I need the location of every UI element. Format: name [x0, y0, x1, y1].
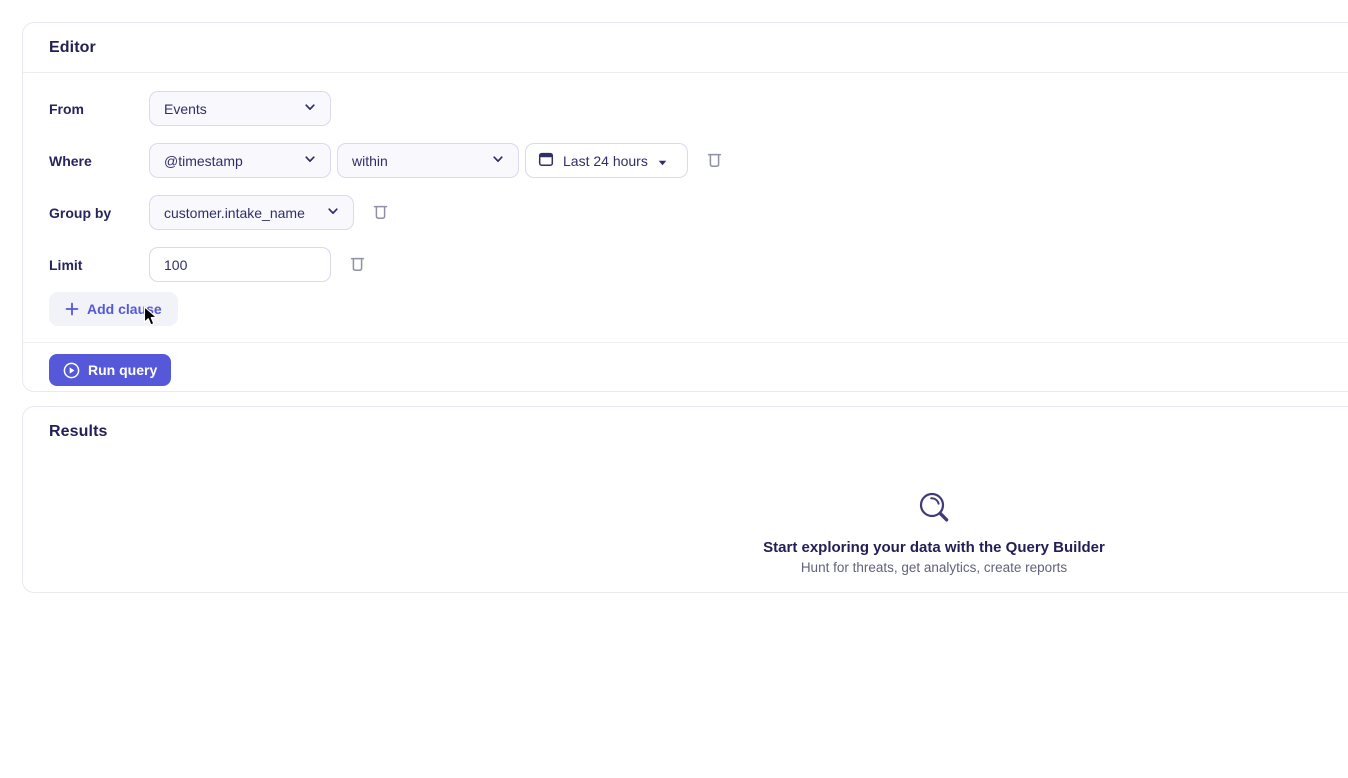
group-by-clause-row: Group by customer.intake_name	[49, 195, 1348, 230]
editor-card: Editor From Events Where @timestamp w	[22, 22, 1348, 392]
where-label: Where	[49, 153, 149, 169]
play-circle-icon	[63, 362, 80, 379]
delete-where-clause-button[interactable]	[705, 149, 724, 173]
from-source-value: Events	[164, 101, 207, 117]
run-query-button[interactable]: Run query	[49, 354, 171, 386]
results-card: Results Start exploring your data with t…	[22, 406, 1348, 593]
where-clause-row: Where @timestamp within	[49, 143, 1348, 178]
from-label: From	[49, 101, 149, 117]
where-operator-value: within	[352, 153, 388, 169]
editor-title: Editor	[49, 39, 96, 57]
editor-footer: Run query	[23, 342, 1348, 386]
empty-state-title: Start exploring your data with the Query…	[23, 539, 1348, 556]
group-by-value: customer.intake_name	[164, 205, 305, 221]
limit-label: Limit	[49, 257, 149, 273]
chevron-down-icon	[302, 151, 318, 170]
empty-state-subtitle: Hunt for threats, get analytics, create …	[23, 560, 1348, 575]
group-by-label: Group by	[49, 205, 149, 221]
results-empty-state: Start exploring your data with the Query…	[23, 489, 1348, 575]
add-clause-button[interactable]: Add clause	[49, 292, 178, 326]
from-clause-row: From Events	[49, 91, 1348, 126]
caret-down-icon	[658, 153, 667, 169]
calendar-icon	[538, 151, 554, 170]
delete-group-by-clause-button[interactable]	[371, 201, 390, 225]
chevron-down-icon	[490, 151, 506, 170]
time-range-button[interactable]: Last 24 hours	[525, 143, 688, 178]
run-query-label: Run query	[88, 362, 157, 378]
chevron-down-icon	[302, 99, 318, 118]
results-title: Results	[49, 423, 108, 441]
trash-icon	[350, 255, 365, 275]
from-source-select[interactable]: Events	[149, 91, 331, 126]
limit-input[interactable]	[149, 247, 331, 282]
editor-body: From Events Where @timestamp within	[23, 73, 1348, 342]
group-by-select[interactable]: customer.intake_name	[149, 195, 354, 230]
editor-header: Editor	[23, 23, 1348, 73]
limit-clause-row: Limit	[49, 247, 1348, 282]
trash-icon	[373, 203, 388, 223]
where-field-select[interactable]: @timestamp	[149, 143, 331, 178]
add-clause-label: Add clause	[87, 301, 162, 317]
results-header: Results	[23, 407, 1348, 457]
where-operator-select[interactable]: within	[337, 143, 519, 178]
trash-icon	[707, 151, 722, 171]
delete-limit-clause-button[interactable]	[348, 253, 367, 277]
chevron-down-icon	[325, 203, 341, 222]
magnifying-glass-icon	[915, 489, 953, 532]
plus-icon	[65, 302, 79, 316]
time-range-value: Last 24 hours	[563, 153, 648, 169]
where-field-value: @timestamp	[164, 153, 243, 169]
